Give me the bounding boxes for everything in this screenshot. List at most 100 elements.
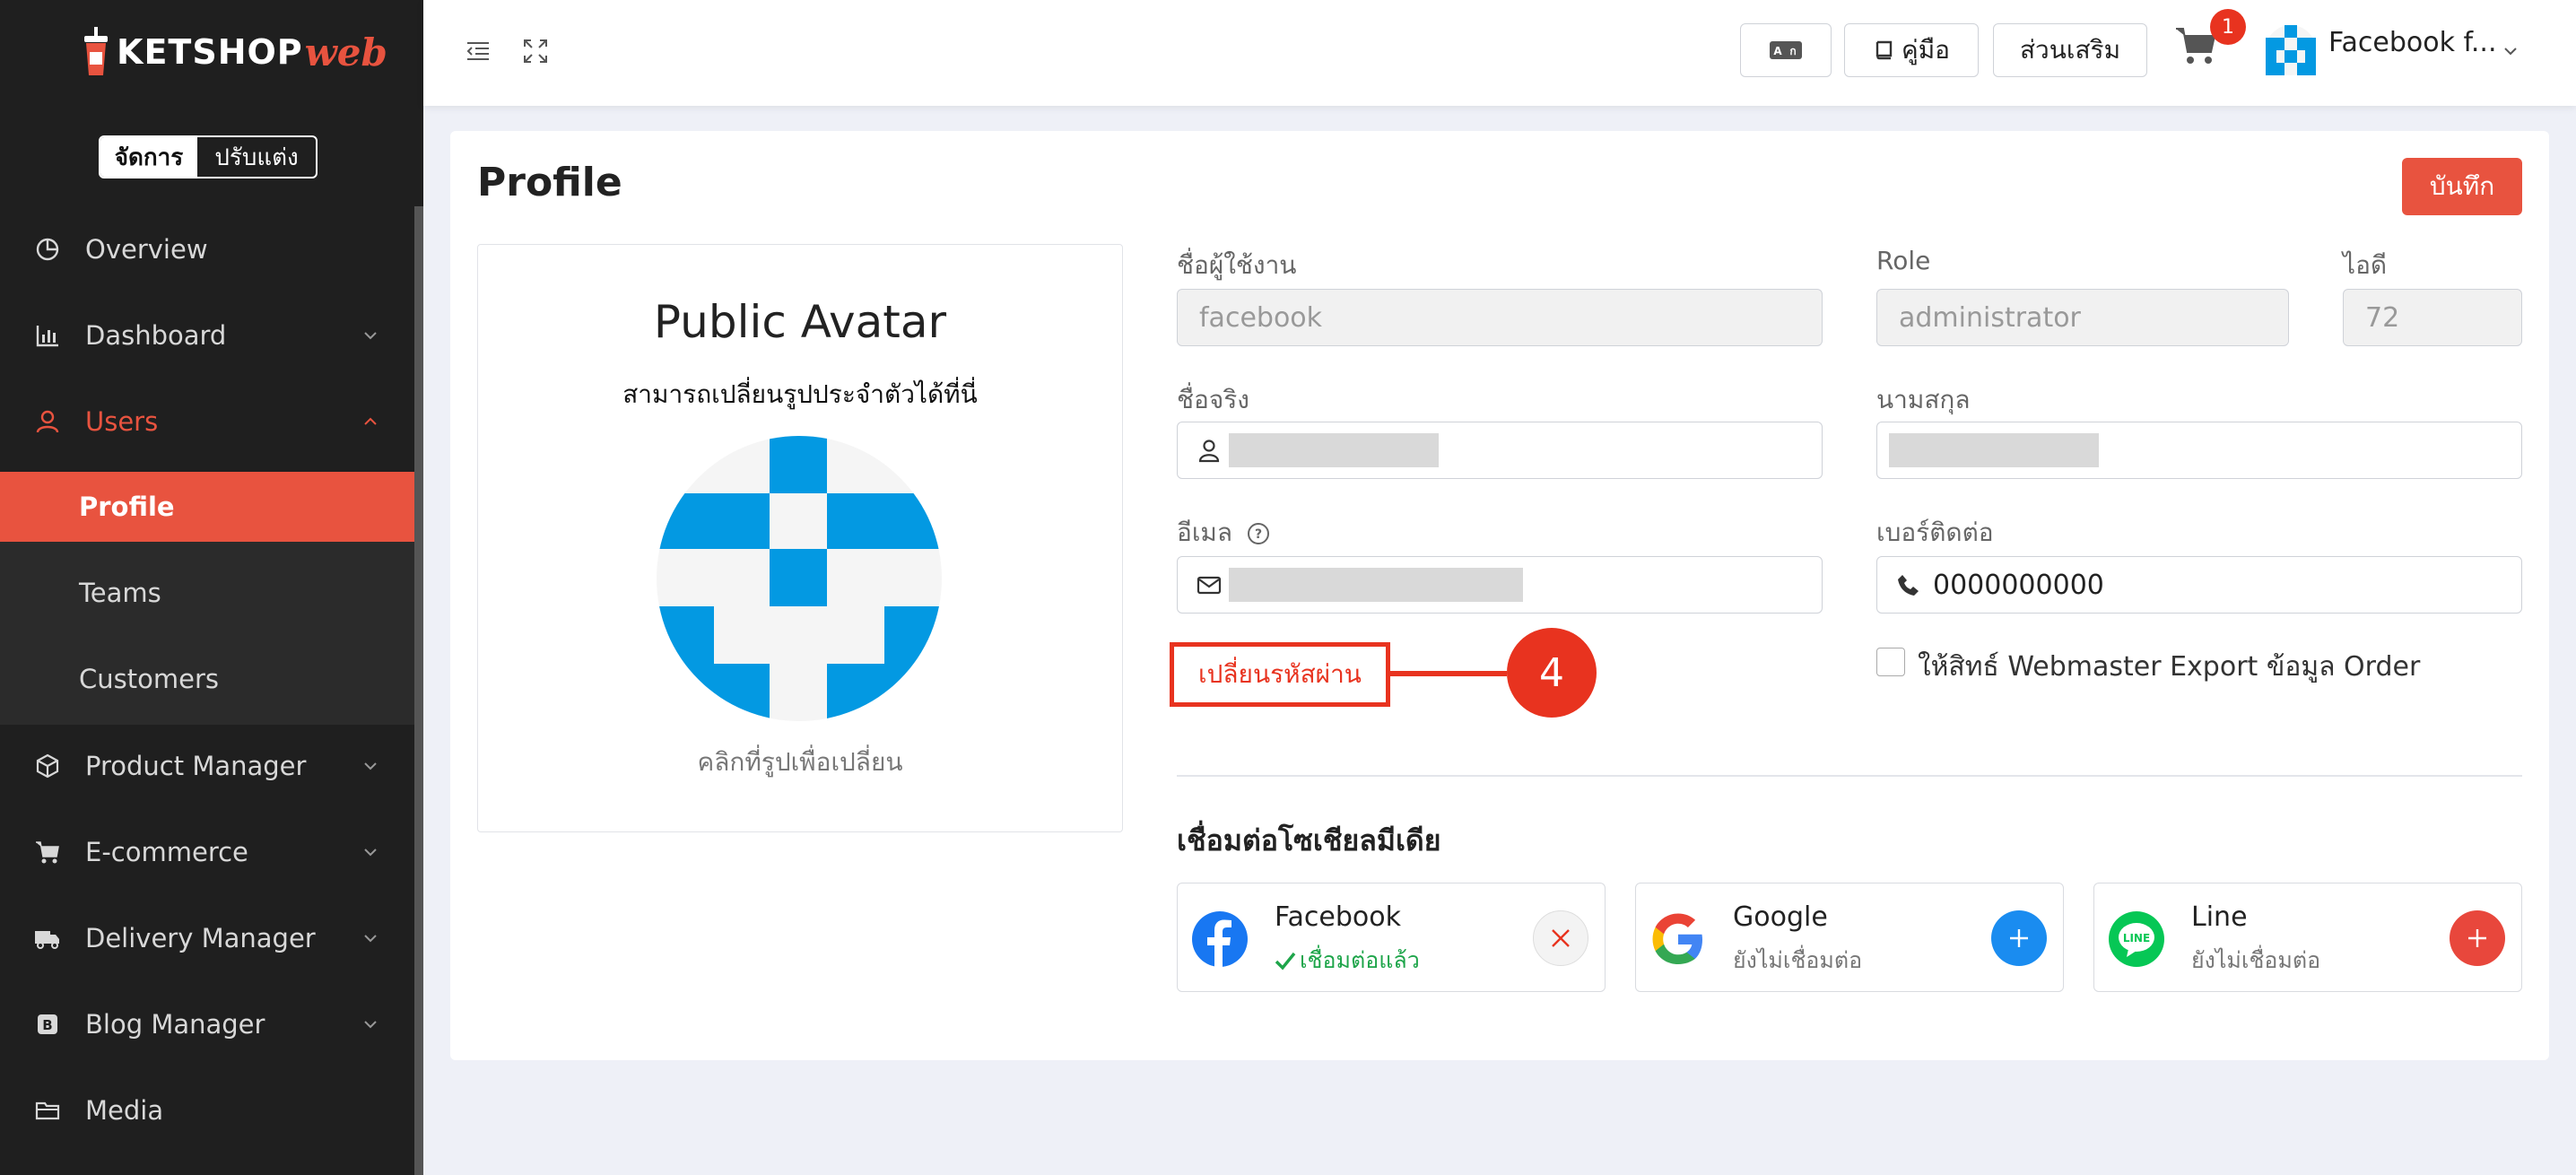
sidebar-item-blog-manager[interactable]: B Blog Manager [0,981,414,1067]
user-name[interactable]: Facebook f... [2328,27,2497,58]
mail-icon [1197,576,1222,595]
email-label-text: อีเมล [1177,518,1233,547]
sidebar-item-overview[interactable]: Overview [0,206,414,292]
avatar-hint: คลิกที่รูปเพื่อเปลี่ยน [697,747,903,777]
folder-icon [35,1101,60,1120]
manual-label: คู่มือ [1901,35,1950,65]
sidebar-item-label: Delivery Manager [85,923,316,953]
change-password-button[interactable]: เปลี่ยนรหัสผ่าน [1170,642,1390,707]
chevron-down-icon [364,935,377,943]
firstname-label: ชื่อจริง [1177,385,1249,414]
avatar-title: Public Avatar [653,296,947,348]
social-card-google: Google ยังไม่เชื่อมต่อ [1635,883,2064,992]
manual-button[interactable]: คู่มือ [1844,23,1979,77]
mode-customize-button[interactable]: ปรับแต่ง [197,137,316,177]
social-name: Facebook [1275,901,1401,933]
sidebar-subitem-customers[interactable]: Customers [0,644,414,714]
line-icon: LINE [2109,911,2164,967]
svg-text:A: A [1773,45,1782,57]
social-status-text: เชื่อมต่อแล้ว [1300,947,1420,973]
book-icon [1875,40,1893,60]
identicon-image [657,436,942,721]
sidebar-subitem-label: Customers [79,664,219,694]
sidebar-item-label: Overview [85,234,208,265]
social-name: Google [1733,901,1828,933]
social-status: ยังไม่เชื่อมต่อ [2191,947,2321,973]
phone-field[interactable]: 0000000000 [1876,556,2522,614]
phone-icon [1898,575,1919,596]
redacted-value [1889,433,2099,467]
sidebar-item-product-manager[interactable]: Product Manager [0,723,414,809]
sidebar-subitem-label: Teams [79,578,161,608]
disconnect-facebook-button[interactable] [1533,910,1588,966]
annotation-line [1390,671,1507,676]
user-icon [1198,440,1220,463]
help-icon[interactable]: ? [1246,521,1271,546]
connect-line-button[interactable] [2450,910,2505,966]
username-value: facebook [1199,301,1323,334]
sidebar-subitem-teams[interactable]: Teams [0,558,414,628]
box-icon [36,753,59,779]
lastname-label: นามสกุล [1876,385,1971,414]
translate-icon: A ก [1770,41,1802,59]
role-field: administrator [1876,289,2289,346]
page-title: Profile [477,160,622,205]
redacted-value [1229,433,1439,467]
collapse-menu-icon[interactable] [465,38,492,65]
sidebar-subitem-profile[interactable]: Profile [0,472,414,542]
sidebar-scrollbar[interactable] [414,206,423,1175]
social-section-title: เชื่อมต่อโซเชียลมีเดีย [1177,823,1441,857]
sidebar-item-users[interactable]: Users [0,379,414,465]
chevron-up-icon [364,417,377,425]
mode-manage-button[interactable]: จัดการ [100,137,197,177]
brand-suffix: web [304,30,387,74]
save-button[interactable]: บันทึก [2402,158,2522,215]
brand-name: KETSHOP [117,32,303,72]
facebook-icon [1192,911,1248,967]
sidebar-item-delivery-manager[interactable]: Delivery Manager [0,895,414,981]
top-bar [423,0,2576,106]
blog-icon: B [38,1014,57,1034]
brand-logo[interactable]: KETSHOP web [83,25,387,79]
addons-label: ส่วนเสริม [2019,35,2121,65]
translate-button[interactable]: A ก [1740,23,1832,77]
cup-logo-icon [84,27,108,75]
social-card-line: LINE Line ยังไม่เชื่อมต่อ [2093,883,2522,992]
plus-icon [2468,929,2486,947]
social-name: Line [2191,901,2248,933]
chevron-down-icon [364,1021,377,1029]
sidebar-item-label: Media [85,1095,164,1126]
svg-text:ก: ก [1789,45,1796,57]
cart-count-badge: 1 [2210,9,2246,45]
id-field: 72 [2343,289,2522,346]
phone-value: 0000000000 [1933,569,2104,601]
social-card-facebook: Facebook เชื่อมต่อแล้ว [1177,883,1606,992]
sidebar-item-dashboard[interactable]: Dashboard [0,292,414,379]
chevron-down-icon[interactable] [2501,41,2520,61]
connect-google-button[interactable] [1991,910,2047,966]
cart-icon [36,841,59,864]
close-icon [1552,929,1570,947]
export-permission-checkbox[interactable] [1876,648,1905,676]
chevron-down-icon [364,332,377,340]
sidebar-subitem-label: Profile [79,492,175,522]
social-status: ยังไม่เชื่อมต่อ [1733,947,1863,973]
id-label: ไอดี [2343,250,2388,280]
svg-text:?: ? [1255,527,1262,542]
divider [1177,775,2522,777]
sidebar-item-ecommerce[interactable]: E-commerce [0,809,414,895]
addons-button[interactable]: ส่วนเสริม [1993,23,2147,77]
username-field: facebook [1177,289,1823,346]
pie-chart-icon [36,238,59,261]
user-avatar[interactable] [2266,25,2316,75]
fullscreen-icon[interactable] [522,38,549,65]
email-label: อีเมล ? [1177,513,1271,553]
export-permission-label: ให้สิทธ์ Webmaster Export ข้อมูล Order [1918,651,2421,683]
plus-icon [2010,929,2028,947]
check-icon [1275,952,1296,970]
users-submenu: Profile Teams Customers [0,472,414,725]
sidebar-item-media[interactable]: Media [0,1067,414,1153]
username-label: ชื่อผู้ใช้งาน [1177,250,1297,280]
avatar-image[interactable] [657,436,942,721]
avatar-subtitle: สามารถเปลี่ยนรูปประจำตัวได้ที่นี่ [622,379,978,409]
